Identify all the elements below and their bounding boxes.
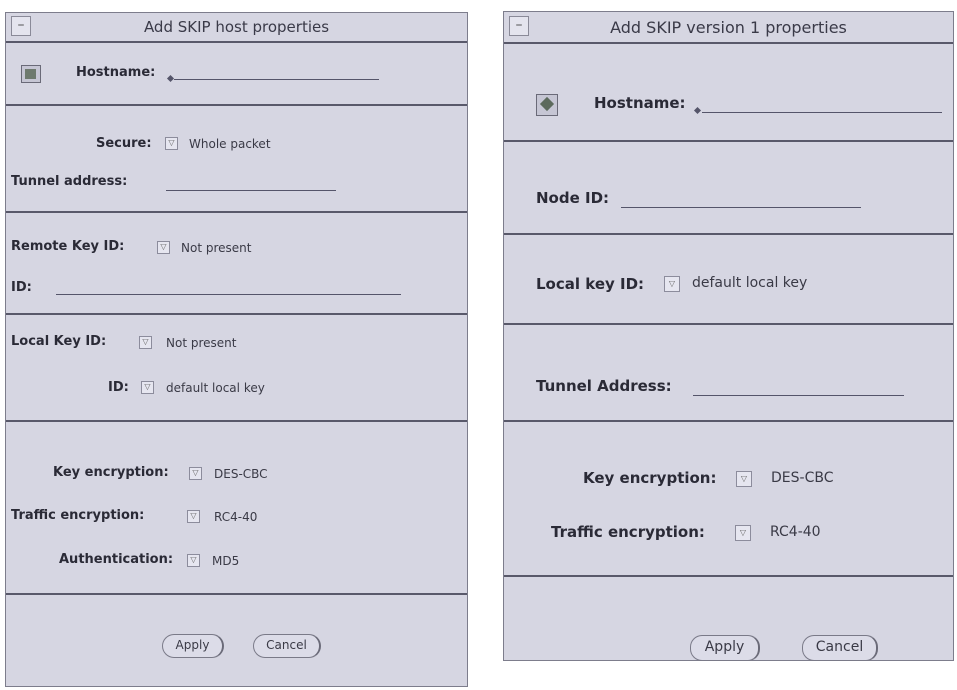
tunnel-address-label: Tunnel address:: [11, 174, 128, 189]
traffic-encryption-value: RC4-40: [770, 524, 821, 540]
authentication-choice-arrow-icon[interactable]: ▽: [187, 554, 200, 567]
window-menu-icon[interactable]: –: [509, 16, 529, 36]
tunnel-address-label: Tunnel Address:: [536, 377, 672, 395]
skip-host-properties-window: – Add SKIP host properties Hostname: Sec…: [5, 12, 468, 687]
secure-label: Secure:: [96, 136, 152, 151]
authentication-label: Authentication:: [59, 552, 174, 567]
remote-id-input[interactable]: [56, 294, 401, 295]
local-key-id-label: Local key ID:: [536, 275, 645, 293]
local-key-id-value: Not present: [166, 336, 237, 350]
title-bar: – Add SKIP version 1 properties: [504, 12, 953, 44]
key-encryption-choice-arrow-icon[interactable]: ▽: [736, 471, 752, 487]
hostname-section: Hostname:: [6, 41, 467, 106]
local-id-value: default local key: [166, 381, 265, 395]
remote-key-id-label: Remote Key ID:: [11, 239, 125, 254]
text-caret: [166, 74, 175, 83]
key-encryption-choice-arrow-icon[interactable]: ▽: [189, 467, 202, 480]
cancel-button[interactable]: Cancel: [802, 635, 878, 661]
traffic-encryption-label: Traffic encryption:: [11, 508, 145, 523]
local-key-choice-arrow-icon[interactable]: ▽: [139, 336, 152, 349]
hostname-input[interactable]: [174, 79, 379, 80]
hostname-input[interactable]: [702, 112, 942, 113]
tunnel-address-input[interactable]: [166, 190, 336, 191]
secure-section: Secure: ▽ Whole packet Tunnel address:: [6, 106, 467, 213]
remote-id-label: ID:: [11, 280, 32, 295]
key-encryption-value: DES-CBC: [771, 470, 834, 486]
remote-key-id-value: Not present: [181, 241, 252, 255]
remote-key-section: Remote Key ID: ▽ Not present ID:: [6, 213, 467, 315]
remote-key-choice-arrow-icon[interactable]: ▽: [157, 241, 170, 254]
key-encryption-label: Key encryption:: [53, 465, 169, 480]
skip-version1-properties-window: – Add SKIP version 1 properties Hostname…: [503, 11, 954, 661]
local-key-section: Local key ID: ▽ default local key: [504, 235, 953, 325]
host-icon: [536, 94, 558, 116]
host-icon: [21, 65, 41, 83]
traffic-encryption-choice-arrow-icon[interactable]: ▽: [735, 525, 751, 541]
hostname-label: Hostname:: [594, 94, 686, 112]
secure-value: Whole packet: [189, 137, 271, 151]
authentication-value: MD5: [212, 554, 240, 568]
key-encryption-label: Key encryption:: [583, 469, 717, 487]
local-id-choice-arrow-icon[interactable]: ▽: [141, 381, 154, 394]
title-bar: – Add SKIP host properties: [6, 13, 467, 43]
traffic-encryption-value: RC4-40: [214, 510, 258, 524]
local-key-id-value: default local key: [692, 275, 808, 291]
traffic-encryption-choice-arrow-icon[interactable]: ▽: [187, 510, 200, 523]
tunnel-address-input[interactable]: [693, 395, 904, 396]
node-id-section: Node ID:: [504, 142, 953, 235]
local-key-id-label: Local Key ID:: [11, 334, 107, 349]
window-title: Add SKIP host properties: [143, 18, 330, 36]
key-encryption-value: DES-CBC: [214, 467, 268, 481]
apply-button[interactable]: Apply: [162, 634, 224, 658]
local-key-choice-arrow-icon[interactable]: ▽: [664, 276, 680, 292]
traffic-encryption-label: Traffic encryption:: [551, 523, 705, 541]
tunnel-section: Tunnel Address:: [504, 325, 953, 422]
node-id-input[interactable]: [621, 207, 861, 208]
local-id-label: ID:: [108, 380, 129, 395]
hostname-section: Hostname:: [504, 42, 953, 142]
window-menu-icon[interactable]: –: [11, 16, 31, 36]
cancel-button[interactable]: Cancel: [253, 634, 321, 658]
encryption-section: Key encryption: ▽ DES-CBC Traffic encryp…: [6, 422, 467, 595]
apply-button[interactable]: Apply: [690, 635, 760, 661]
secure-choice-arrow-icon[interactable]: ▽: [165, 137, 178, 150]
encryption-section: Key encryption: ▽ DES-CBC Traffic encryp…: [504, 422, 953, 577]
window-title: Add SKIP version 1 properties: [610, 17, 847, 37]
text-caret: [693, 106, 702, 115]
hostname-label: Hostname:: [76, 65, 156, 80]
local-key-section: Local Key ID: ▽ Not present ID: ▽ defaul…: [6, 315, 467, 422]
node-id-label: Node ID:: [536, 189, 610, 207]
